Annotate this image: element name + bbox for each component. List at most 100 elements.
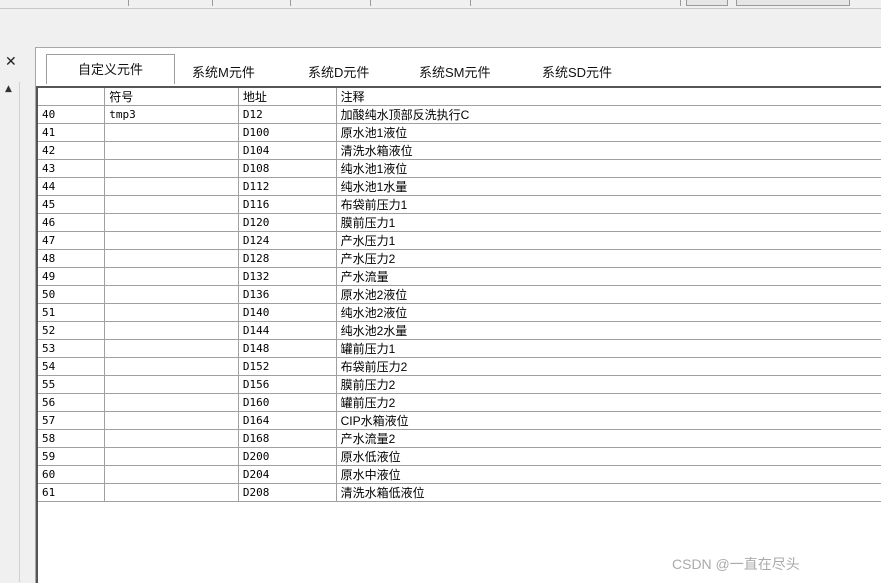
symbol-cell[interactable] <box>104 231 239 250</box>
comment-cell[interactable]: 产水流量2 <box>336 429 881 448</box>
column-header-symbol[interactable]: 符号 <box>104 88 239 106</box>
table-row[interactable]: 46 D120 膜前压力1 <box>38 213 881 232</box>
table-row[interactable]: 43 D108 纯水池1液位 <box>38 159 881 178</box>
symbol-cell[interactable] <box>104 429 239 448</box>
symbol-cell[interactable] <box>104 357 239 376</box>
table-row[interactable]: 47 D124 产水压力1 <box>38 231 881 250</box>
comment-cell[interactable]: 纯水池1水量 <box>336 177 881 196</box>
table-row[interactable]: 51 D140 纯水池2液位 <box>38 303 881 322</box>
comment-cell[interactable]: 纯水池2水量 <box>336 321 881 340</box>
comment-cell[interactable]: CIP水箱液位 <box>336 411 881 430</box>
symbol-cell[interactable] <box>104 339 239 358</box>
address-cell[interactable]: D140 <box>238 303 337 322</box>
vertical-scrollbar[interactable]: ▲ <box>2 82 20 582</box>
symbol-cell[interactable] <box>104 483 239 502</box>
table-row[interactable]: 48 D128 产水压力2 <box>38 249 881 268</box>
symbol-cell[interactable]: tmp3 <box>104 105 239 124</box>
scroll-up-arrow-icon[interactable]: ▲ <box>5 84 12 94</box>
comment-cell[interactable]: 产水压力1 <box>336 231 881 250</box>
address-cell[interactable]: D160 <box>238 393 337 412</box>
table-row[interactable]: 52 D144 纯水池2水量 <box>38 321 881 340</box>
comment-cell[interactable]: 膜前压力2 <box>336 375 881 394</box>
table-row[interactable]: 58 D168 产水流量2 <box>38 429 881 448</box>
comment-cell[interactable]: 产水压力2 <box>336 249 881 268</box>
table-row[interactable]: 41 D100 原水池1液位 <box>38 123 881 142</box>
address-cell[interactable]: D12 <box>238 105 337 124</box>
symbol-cell[interactable] <box>104 465 239 484</box>
table-row[interactable]: 53 D148 罐前压力1 <box>38 339 881 358</box>
table-row[interactable]: 57 D164 CIP水箱液位 <box>38 411 881 430</box>
table-row[interactable]: 50 D136 原水池2液位 <box>38 285 881 304</box>
address-cell[interactable]: D132 <box>238 267 337 286</box>
table-row[interactable]: 56 D160 罐前压力2 <box>38 393 881 412</box>
address-cell[interactable]: D128 <box>238 249 337 268</box>
table-row[interactable]: 60 D204 原水中液位 <box>38 465 881 484</box>
comment-cell[interactable]: 原水池2液位 <box>336 285 881 304</box>
address-cell[interactable]: D204 <box>238 465 337 484</box>
tab-system-d-elements[interactable]: 系统D元件 <box>308 62 369 81</box>
symbol-cell[interactable] <box>104 393 239 412</box>
comment-cell[interactable]: 原水池1液位 <box>336 123 881 142</box>
address-cell[interactable]: D100 <box>238 123 337 142</box>
address-cell[interactable]: D152 <box>238 357 337 376</box>
symbol-cell[interactable] <box>104 141 239 160</box>
address-cell[interactable]: D136 <box>238 285 337 304</box>
tab-system-sd-elements[interactable]: 系统SD元件 <box>542 62 612 81</box>
comment-cell[interactable]: 加酸纯水顶部反洗执行C <box>336 105 881 124</box>
comment-cell[interactable]: 罐前压力1 <box>336 339 881 358</box>
comment-cell[interactable]: 纯水池2液位 <box>336 303 881 322</box>
symbol-cell[interactable] <box>104 249 239 268</box>
tab-custom-elements[interactable]: 自定义元件 <box>46 54 175 84</box>
symbol-cell[interactable] <box>104 267 239 286</box>
comment-cell[interactable]: 原水中液位 <box>336 465 881 484</box>
comment-cell[interactable]: 布袋前压力2 <box>336 357 881 376</box>
table-row[interactable]: 55 D156 膜前压力2 <box>38 375 881 394</box>
address-cell[interactable]: D156 <box>238 375 337 394</box>
comment-cell[interactable]: 清洗水箱低液位 <box>336 483 881 502</box>
symbol-cell[interactable] <box>104 177 239 196</box>
table-row[interactable]: 61 D208 清洗水箱低液位 <box>38 483 881 502</box>
symbol-cell[interactable] <box>104 303 239 322</box>
table-row[interactable]: 44 D112 纯水池1水量 <box>38 177 881 196</box>
column-header-comment[interactable]: 注释 <box>336 88 881 106</box>
column-header-address[interactable]: 地址 <box>238 88 337 106</box>
table-row[interactable]: 40 tmp3 D12 加酸纯水顶部反洗执行C <box>38 105 881 124</box>
close-icon[interactable]: ✕ <box>5 54 17 70</box>
table-row[interactable]: 42 D104 清洗水箱液位 <box>38 141 881 160</box>
address-cell[interactable]: D108 <box>238 159 337 178</box>
symbol-cell[interactable] <box>104 447 239 466</box>
symbol-cell[interactable] <box>104 159 239 178</box>
comment-cell[interactable]: 罐前压力2 <box>336 393 881 412</box>
address-cell[interactable]: D112 <box>238 177 337 196</box>
comment-cell[interactable]: 清洗水箱液位 <box>336 141 881 160</box>
address-cell[interactable]: D144 <box>238 321 337 340</box>
address-cell[interactable]: D124 <box>238 231 337 250</box>
address-cell[interactable]: D164 <box>238 411 337 430</box>
comment-cell[interactable]: 布袋前压力1 <box>336 195 881 214</box>
address-cell[interactable]: D104 <box>238 141 337 160</box>
address-cell[interactable]: D168 <box>238 429 337 448</box>
address-cell[interactable]: D120 <box>238 213 337 232</box>
table-row[interactable]: 59 D200 原水低液位 <box>38 447 881 466</box>
address-cell[interactable]: D116 <box>238 195 337 214</box>
table-row[interactable]: 54 D152 布袋前压力2 <box>38 357 881 376</box>
tab-system-sm-elements[interactable]: 系统SM元件 <box>419 62 491 81</box>
symbol-cell[interactable] <box>104 285 239 304</box>
toolbar-button[interactable] <box>686 0 728 6</box>
comment-cell[interactable]: 纯水池1液位 <box>336 159 881 178</box>
address-cell[interactable]: D208 <box>238 483 337 502</box>
address-cell[interactable]: D200 <box>238 447 337 466</box>
table-row[interactable]: 49 D132 产水流量 <box>38 267 881 286</box>
tab-system-m-elements[interactable]: 系统M元件 <box>192 62 255 81</box>
symbol-cell[interactable] <box>104 195 239 214</box>
toolbar-button[interactable] <box>736 0 850 6</box>
symbol-cell[interactable] <box>104 321 239 340</box>
comment-cell[interactable]: 原水低液位 <box>336 447 881 466</box>
symbol-cell[interactable] <box>104 375 239 394</box>
table-row[interactable]: 45 D116 布袋前压力1 <box>38 195 881 214</box>
address-cell[interactable]: D148 <box>238 339 337 358</box>
symbol-cell[interactable] <box>104 411 239 430</box>
symbol-cell[interactable] <box>104 213 239 232</box>
comment-cell[interactable]: 产水流量 <box>336 267 881 286</box>
comment-cell[interactable]: 膜前压力1 <box>336 213 881 232</box>
